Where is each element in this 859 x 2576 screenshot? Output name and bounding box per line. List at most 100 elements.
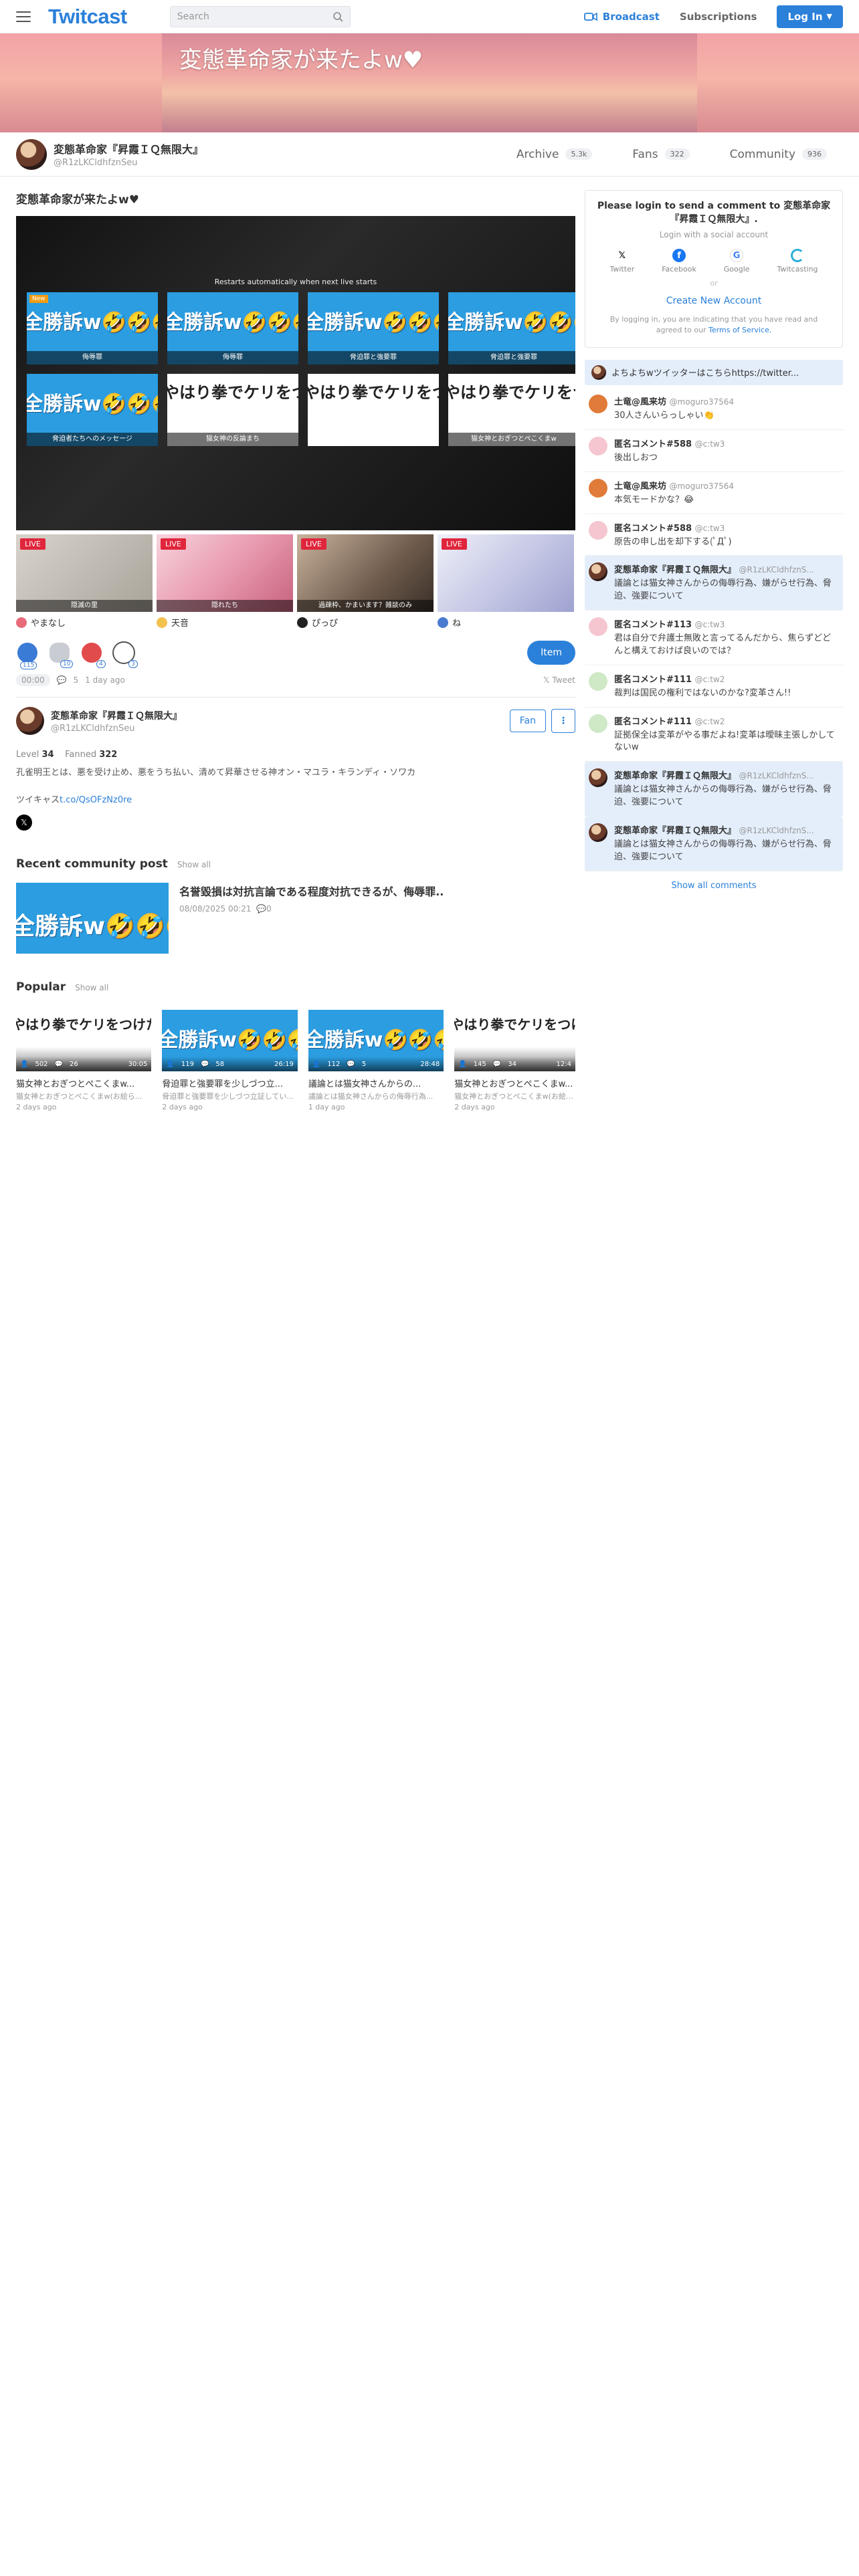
owner-avatar[interactable]: [16, 707, 44, 735]
commenter-name[interactable]: 匿名コメント#111: [614, 717, 692, 727]
commenter-avatar[interactable]: [589, 478, 607, 498]
broadcast-label: Broadcast: [602, 10, 660, 23]
login-button[interactable]: Log In ▼: [777, 5, 843, 28]
popular-video[interactable]: 全勝訴w🤣🤣🤣 👤 112 💬 5 28:48 議論とは猫女神さんからの... 議論とは猫…: [308, 1010, 444, 1111]
live-thumb[interactable]: LIVE 隠滅の里: [16, 534, 153, 612]
gift-item[interactable]: 10: [48, 641, 74, 668]
show-all-comments[interactable]: Show all comments: [585, 881, 843, 891]
tab-archive[interactable]: Archive 5.3k: [516, 148, 593, 161]
player-card[interactable]: New 全勝訴w🤣🤣🤣 侮辱罪: [27, 292, 158, 364]
channel-avatar[interactable]: [16, 138, 47, 170]
commenter-avatar[interactable]: [589, 768, 607, 788]
player-card[interactable]: やはり拳でケリをつけた猫女神とおぎつとぺこくまw: [448, 374, 575, 446]
commenter-avatar[interactable]: [589, 617, 607, 637]
comment-text: 30人さんいらっしゃい👏: [614, 410, 714, 421]
search-input[interactable]: Search: [169, 5, 351, 27]
facebook-login[interactable]: f Facebook: [662, 249, 696, 274]
player-card[interactable]: 全勝訴w🤣🤣🤣 侮辱罪: [167, 292, 298, 364]
commenter-name[interactable]: 変態革命家『昇霞ＩＱ無限大』: [614, 565, 736, 575]
community-post[interactable]: 全勝訴w🤣🤣🤣 名誉毀損は対抗言論である程度対抗できるが、侮辱罪.. 08/08…: [16, 883, 575, 954]
gift-item[interactable]: 115: [16, 641, 39, 669]
video-stats: 👤 112 💬 5 28:48: [308, 1057, 444, 1071]
commenter-avatar[interactable]: [589, 671, 607, 691]
player-card[interactable]: 全勝訴w🤣🤣🤣 脅迫者たちへのメッセージ: [27, 374, 158, 446]
create-account-link[interactable]: Create New Account: [596, 296, 832, 306]
gift-item[interactable]: 4: [80, 641, 106, 668]
player-card[interactable]: やはり拳でケリをつけた: [308, 374, 439, 446]
commenter-name[interactable]: 変態革命家『昇霞ＩＱ無限大』: [614, 771, 736, 781]
x-icon[interactable]: 𝕏: [16, 815, 32, 831]
tweet-button[interactable]: 𝕏 Tweet: [543, 675, 575, 685]
popular-show-all[interactable]: Show all: [75, 983, 108, 992]
user-avatar: [438, 617, 448, 628]
player-card[interactable]: 全勝訴w🤣🤣🤣 脅迫罪と強要罪: [448, 292, 575, 364]
live-user-name[interactable]: やまなし: [31, 616, 66, 629]
commenter-name[interactable]: 匿名コメント#111: [614, 675, 692, 685]
search-icon[interactable]: [332, 11, 343, 22]
commenter-name[interactable]: 土竜@風来坊: [614, 481, 666, 492]
fan-button[interactable]: Fan: [509, 710, 546, 732]
commenter-avatar[interactable]: [589, 520, 607, 540]
commenter-name[interactable]: 変態革命家『昇霞ＩＱ無限大』: [614, 826, 736, 836]
post-title[interactable]: 名誉毀損は対抗言論である程度対抗できるが、侮辱罪..: [179, 883, 444, 899]
commenter-avatar[interactable]: [589, 562, 607, 582]
popular-video[interactable]: やはり拳でケリをつけた 👤 502 💬 26 30:05 猫女神とおぎつとぺこくまw...…: [16, 1010, 152, 1111]
tab-fans[interactable]: Fans 322: [632, 148, 690, 161]
commenter-name[interactable]: 匿名コメント#588: [614, 439, 692, 449]
video-title[interactable]: 猫女神とおぎつとぺこくまw...: [16, 1077, 151, 1089]
commenter-name[interactable]: 匿名コメント#113: [614, 620, 692, 630]
live-thumb[interactable]: LIVE 隠れたち: [157, 534, 293, 612]
live-user-name[interactable]: ね: [452, 616, 461, 629]
subscriptions-link[interactable]: Subscriptions: [680, 11, 757, 23]
video-thumbnail[interactable]: 全勝訴w🤣🤣🤣 👤 119 💬 58 26:19: [162, 1010, 298, 1071]
commenter-name[interactable]: 土竜@風来坊: [614, 397, 666, 407]
live-card[interactable]: LIVE ね: [438, 534, 574, 629]
twitter-link[interactable]: t.co/QsOFzNz0re: [60, 795, 132, 805]
live-thumb[interactable]: LIVE 過疎枠、かまいます？雑談のみ: [297, 534, 434, 612]
popular-video[interactable]: 全勝訴w🤣🤣🤣 👤 119 💬 58 26:19 脅迫罪と強要罪を少しづつ立... 脅迫罪…: [162, 1010, 298, 1111]
commenter-avatar[interactable]: [589, 823, 607, 842]
live-user-name[interactable]: ぴっぴ: [312, 616, 338, 629]
gift-count: 10: [60, 660, 74, 668]
live-user-name[interactable]: 天音: [171, 616, 189, 629]
tab-community[interactable]: Community 936: [730, 148, 827, 161]
player-card[interactable]: 全勝訴w🤣🤣🤣 脅迫罪と強要罪: [308, 292, 439, 364]
video-title[interactable]: 議論とは猫女神さんからの...: [308, 1077, 444, 1089]
google-login[interactable]: G Google: [724, 249, 750, 274]
gift-item[interactable]: 3: [112, 641, 138, 668]
live-card[interactable]: LIVE 過疎枠、かまいます？雑談のみ ぴっぴ: [297, 534, 434, 629]
video-title[interactable]: 猫女神とおぎつとぺこくまw...: [454, 1077, 575, 1089]
live-badge: LIVE: [442, 538, 467, 550]
pinned-comment[interactable]: よちよちwツイッターはこちらhttps://twitter...: [585, 359, 843, 385]
twitter-login[interactable]: 𝕏 Twitter: [609, 249, 634, 274]
channel-bar: 変態革命家『昇霞ＩＱ無限大』 @R1zLKCldhfznSeu Archive 5…: [0, 132, 859, 177]
more-options-icon[interactable]: ⋮: [551, 709, 575, 733]
commenter-avatar[interactable]: [589, 714, 607, 733]
item-button[interactable]: Item: [527, 641, 575, 665]
twitcast-logo[interactable]: Twitcast: [48, 5, 127, 29]
commenter-avatar[interactable]: [589, 394, 607, 413]
terms-link[interactable]: Terms of Service.: [708, 326, 771, 334]
hamburger-menu-icon[interactable]: [16, 11, 31, 22]
video-thumbnail[interactable]: 全勝訴w🤣🤣🤣 👤 112 💬 5 28:48: [308, 1010, 444, 1071]
owner-name[interactable]: 変態革命家『昇霞ＩＱ無限大』: [51, 709, 182, 722]
channel-name[interactable]: 変態革命家『昇霞ＩＱ無限大』: [54, 140, 203, 156]
video-thumbnail[interactable]: やはり拳でケリをつけた 👤 145 💬 34 12:4: [454, 1010, 575, 1071]
card-thumb-text: 全勝訴w🤣🤣🤣: [308, 311, 439, 334]
video-player[interactable]: Restarts automatically when next live st…: [16, 216, 575, 530]
popular-video[interactable]: やはり拳でケリをつけた👤145💬3412:4 猫女神とおぎつとぺこくまw... …: [454, 1010, 575, 1111]
commenter-name[interactable]: 匿名コメント#588: [614, 524, 692, 534]
view-count: 119: [181, 1060, 194, 1068]
player-card[interactable]: やはり拳でケリをつけた猫女神の反論まち: [167, 374, 298, 446]
video-title[interactable]: 脅迫罪と強要罪を少しづつ立...: [162, 1077, 297, 1089]
live-card[interactable]: LIVE 隠滅の里 やまなし: [16, 534, 153, 629]
live-thumb[interactable]: LIVE: [438, 534, 574, 612]
live-card[interactable]: LIVE 隠れたち 天音: [157, 534, 293, 629]
video-thumbnail[interactable]: やはり拳でケリをつけた 👤 502 💬 26 30:05: [16, 1010, 152, 1071]
post-thumbnail[interactable]: 全勝訴w🤣🤣🤣: [16, 883, 169, 954]
broadcast-link[interactable]: Broadcast: [583, 10, 660, 23]
commenter-avatar[interactable]: [589, 436, 607, 455]
twitcasting-login[interactable]: Twitcasting: [777, 249, 818, 274]
community-show-all[interactable]: Show all: [177, 860, 211, 869]
card-caption: 脅迫罪と強要罪: [448, 351, 575, 364]
